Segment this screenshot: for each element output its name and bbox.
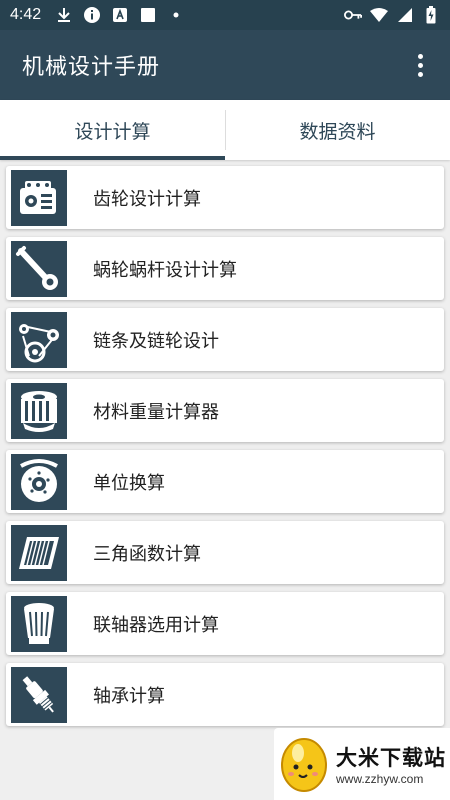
list-item-bearing[interactable]: 轴承计算	[6, 663, 444, 726]
signal-icon	[396, 6, 414, 24]
watermark-logo-icon	[276, 729, 332, 799]
wrench-icon	[11, 240, 67, 297]
tab-bar: 设计计算 数据资料	[0, 100, 450, 160]
battery-icon	[422, 6, 440, 24]
list-item-coupling[interactable]: 联轴器选用计算	[6, 592, 444, 655]
list-item-label: 轴承计算	[93, 685, 165, 707]
list-item-label: 联轴器选用计算	[93, 614, 219, 636]
oil-filter-icon	[11, 382, 67, 439]
status-bar: 4:42	[0, 0, 450, 30]
list-item-label: 材料重量计算器	[93, 401, 219, 423]
square-icon	[139, 6, 157, 24]
list-item-label: 链条及链轮设计	[93, 330, 219, 352]
chain-belt-icon	[11, 311, 67, 368]
list-item-worm-gear[interactable]: 蜗轮蜗杆设计计算	[6, 237, 444, 300]
status-right-icons	[344, 6, 440, 24]
info-icon	[83, 6, 101, 24]
watermark-text: 大米下载站 www.zzhyw.com	[336, 742, 446, 786]
list-item-gear[interactable]: 齿轮设计计算	[6, 166, 444, 229]
a-badge-icon	[111, 6, 129, 24]
tab-divider	[225, 110, 226, 150]
tab-indicator	[0, 156, 225, 160]
list-item-label: 三角函数计算	[93, 543, 201, 565]
list-item-unit-conversion[interactable]: 单位换算	[6, 450, 444, 513]
air-filter-icon	[11, 524, 67, 581]
download-icon	[55, 6, 73, 24]
more-options-icon[interactable]	[412, 50, 428, 80]
wifi-icon	[370, 6, 388, 24]
brake-disc-icon	[11, 453, 67, 510]
list-item-label: 单位换算	[93, 472, 165, 494]
engine-block-icon	[11, 169, 67, 226]
dot-icon	[167, 6, 185, 24]
app-bar: 机械设计手册	[0, 30, 450, 100]
spark-plug-icon	[11, 666, 67, 723]
list-item-trig[interactable]: 三角函数计算	[6, 521, 444, 584]
status-left-icons	[55, 6, 185, 24]
tab-data-resources[interactable]: 数据资料	[225, 100, 450, 160]
app-title: 机械设计手册	[22, 55, 161, 80]
list-item-material-weight[interactable]: 材料重量计算器	[6, 379, 444, 442]
watermark: 大米下载站 www.zzhyw.com	[274, 728, 450, 800]
watermark-url: www.zzhyw.com	[336, 772, 424, 786]
status-time: 4:42	[10, 6, 42, 23]
tab-design-calc[interactable]: 设计计算	[0, 100, 225, 160]
vpn-key-icon	[344, 6, 362, 24]
list-item-chain[interactable]: 链条及链轮设计	[6, 308, 444, 371]
list-item-label: 齿轮设计计算	[93, 188, 201, 210]
cone-filter-icon	[11, 595, 67, 652]
watermark-title: 大米下载站	[336, 746, 446, 770]
list-item-label: 蜗轮蜗杆设计计算	[93, 259, 237, 281]
